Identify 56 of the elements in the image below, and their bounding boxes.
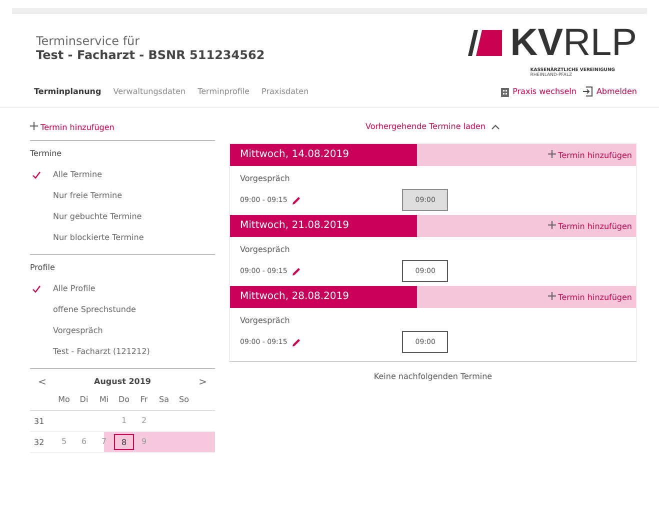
next-month-button[interactable]: >	[198, 377, 207, 388]
filter-option[interactable]: Nur gebuchte Termine	[30, 206, 215, 227]
header-subtitle: Terminservice für	[36, 34, 141, 48]
pencil-icon[interactable]	[291, 336, 302, 348]
header-title: Test - Facharzt - BSNR 511234562	[36, 48, 265, 62]
weekday-label: Sa	[158, 394, 170, 406]
plus-icon	[548, 292, 556, 300]
day-date: Mittwoch, 21.08.2019	[230, 215, 417, 237]
calendar-month: August 2019	[94, 377, 151, 388]
nav-tab[interactable]: Terminplanung	[34, 87, 102, 96]
switch-practice-link[interactable]: Praxis wechseln	[500, 86, 576, 96]
week-number: 31	[33, 416, 46, 426]
logo-text: KVRLP	[510, 24, 637, 62]
weekday-label: Do	[117, 394, 131, 406]
weekday-label: Fr	[139, 394, 149, 406]
pencil-icon[interactable]	[291, 194, 302, 206]
load-previous-link[interactable]: Vorhergehende Termine laden	[366, 118, 500, 143]
nav-tab[interactable]: Praxisdaten	[262, 87, 309, 96]
chevron-up-icon	[491, 124, 500, 130]
filter-group-title: Termine	[30, 148, 63, 160]
filter-option[interactable]: Alle Termine	[30, 164, 215, 185]
profile-name: Vorgespräch	[240, 316, 291, 325]
weekday-label: So	[178, 394, 190, 406]
logo-mark-icon	[468, 30, 502, 56]
pencil-icon[interactable]	[291, 266, 302, 276]
previous-month-button[interactable]: <	[38, 377, 46, 388]
filter-option[interactable]: Vorgespräch	[30, 320, 215, 341]
filter-option[interactable]: Nur freie Termine	[30, 185, 215, 206]
add-appointment-link[interactable]: Termin hinzufügen	[548, 292, 636, 302]
profile-name: Vorgespräch	[240, 174, 291, 183]
filter-option[interactable]: Alle Profile	[30, 278, 215, 299]
plus-icon	[30, 122, 38, 130]
filter-option[interactable]: offene Sprechstunde	[30, 299, 215, 320]
weekday-label: Mi	[98, 394, 110, 406]
add-appointment-link[interactable]: Termin hinzufügen	[548, 221, 636, 231]
profile-name: Vorgespräch	[240, 245, 291, 254]
plus-icon	[548, 150, 556, 158]
building-icon	[500, 86, 510, 96]
nav-tab[interactable]: Terminprofile	[198, 87, 250, 96]
no-further-appointments: Keine nachfolgenden Termine	[374, 371, 492, 381]
add-appointment-link[interactable]: Termin hinzufügen	[548, 150, 636, 160]
day-date: Mittwoch, 28.08.2019	[230, 286, 417, 308]
plus-icon	[548, 221, 556, 229]
weekday-label: Di	[78, 394, 90, 406]
add-appointment-link[interactable]: Termin hinzufügen	[30, 118, 215, 141]
logout-icon	[582, 86, 594, 97]
calendar-day[interactable]: 6	[74, 434, 94, 450]
day-date: Mittwoch, 14.08.2019	[230, 144, 417, 166]
filter-option[interactable]: Nur blockierte Termine	[30, 227, 215, 248]
calendar-day[interactable]: 8	[114, 434, 134, 450]
logout-link[interactable]: Abmelden	[582, 86, 637, 97]
nav-tab[interactable]: Verwaltungsdaten	[113, 87, 186, 96]
filter-option[interactable]: Test - Facharzt (121212)	[30, 341, 215, 362]
weekday-label: Mo	[57, 394, 71, 406]
filter-group-title: Profile	[30, 262, 56, 274]
week-number: 32	[33, 438, 46, 446]
